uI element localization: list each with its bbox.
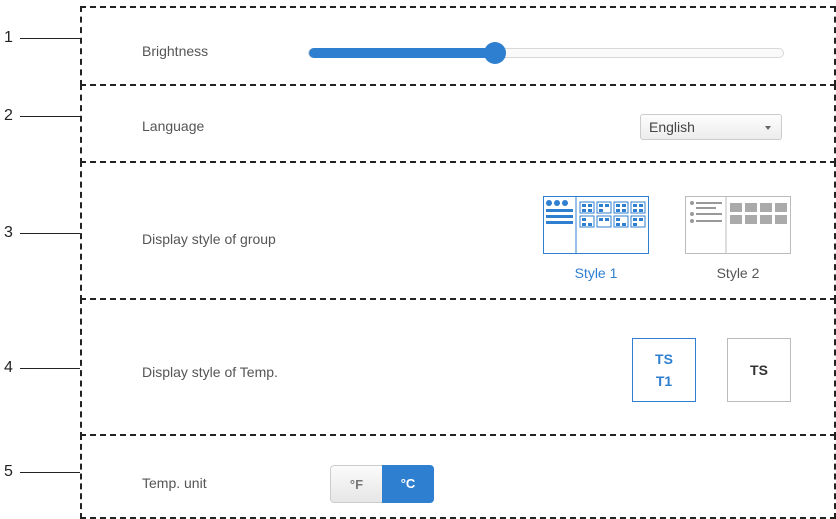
style-2-preview-icon [690,197,787,253]
group-style-1-option[interactable] [543,196,649,254]
callout-3-number: 3 [4,224,13,241]
group-style-label: Display style of group [142,231,276,247]
temp-style-option-2-text: TS [750,362,768,378]
callout-2-leader-line [20,116,80,117]
brightness-row: Brightness [80,6,836,86]
temp-style-option-1[interactable]: TS T1 [632,338,696,402]
group-style-1-caption: Style 1 [574,265,618,281]
temp-style-label: Display style of Temp. [142,364,278,380]
temp-style-option-1-line1: TS [655,351,673,367]
brightness-slider-fill [309,48,495,58]
language-select[interactable]: English [640,114,782,140]
language-selected-value: English [649,119,695,135]
brightness-slider[interactable] [308,42,784,64]
temp-style-option-2[interactable]: TS [727,338,791,402]
callout-5: 5 [0,463,82,481]
callout-5-leader-line [20,472,80,473]
temp-style-option-1-line2: T1 [655,373,673,389]
callout-3: 3 [0,224,82,242]
temp-unit-toggle[interactable]: °F °C [330,465,434,503]
temp-style-row: Display style of Temp. TS T1 TS [80,298,836,438]
group-style-row: Display style of group Style 1 Style 2 [80,161,836,301]
language-row: Language English [80,84,836,164]
callout-1: 1 [0,29,82,47]
temp-unit-label: Temp. unit [142,475,207,491]
brightness-label: Brightness [142,43,209,59]
group-style-2-option[interactable] [685,196,791,254]
callout-4-number: 4 [4,359,13,376]
callout-1-number: 1 [4,29,13,46]
group-style-2-caption: Style 2 [716,265,760,281]
temp-unit-row: Temp. unit °F °C [80,434,836,519]
brightness-slider-thumb[interactable] [484,42,506,64]
callout-4: 4 [0,359,82,377]
callout-2-number: 2 [4,107,13,124]
fahrenheit-button[interactable]: °F [330,465,382,503]
callout-3-leader-line [20,233,80,234]
callout-1-leader-line [20,38,80,39]
chevron-down-icon [765,126,771,130]
callout-2: 2 [0,107,82,125]
language-label: Language [142,118,205,134]
celsius-button[interactable]: °C [382,465,434,503]
style-1-preview-icon [546,197,646,253]
callout-4-leader-line [20,368,80,369]
callout-5-number: 5 [4,463,13,480]
